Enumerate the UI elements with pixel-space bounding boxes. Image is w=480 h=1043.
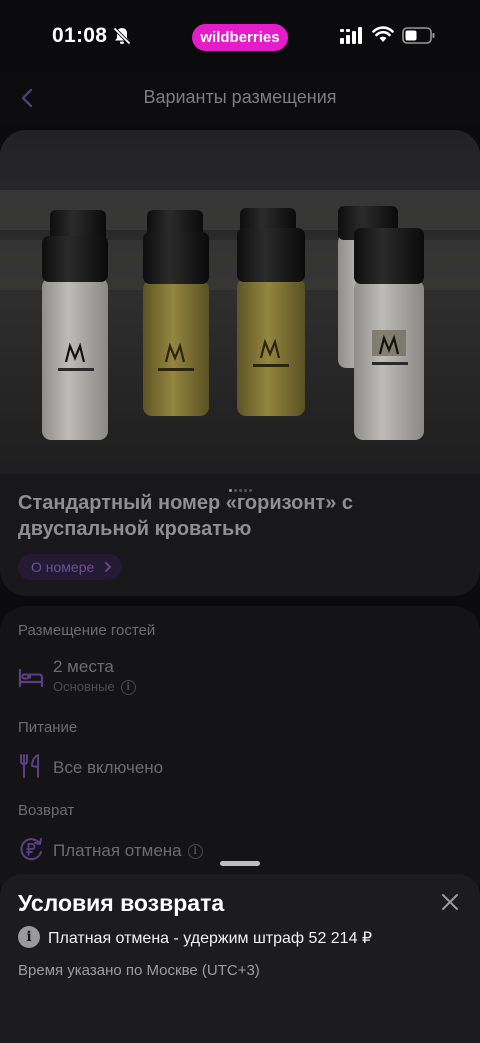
bed-icon <box>18 668 44 688</box>
accommodation-sub-text: Основные <box>53 679 115 694</box>
about-room-button[interactable]: О номере <box>18 554 123 580</box>
info-icon[interactable]: i <box>187 844 203 860</box>
room-card: Стандартный номер «горизонт» с двуспальн… <box>0 130 480 596</box>
sheet-title: Условия возврата <box>18 890 225 916</box>
status-bar: 01:08 wildberries <box>0 0 480 72</box>
accommodation-sub: Основные i <box>53 679 136 696</box>
battery-icon <box>402 27 435 44</box>
timezone-note: Время указано по Москве (UTC+3) <box>18 962 260 979</box>
bell-mute-icon <box>112 26 132 46</box>
chevron-right-icon <box>105 562 112 572</box>
room-photo[interactable] <box>0 130 480 474</box>
signal-icon <box>340 27 362 44</box>
food-value: Все включено <box>53 758 164 777</box>
refund-conditions-sheet: Условия возврата i Платная отмена - удер… <box>0 874 480 1043</box>
wifi-icon <box>372 26 394 42</box>
room-title: Стандартный номер «горизонт» с двуспальн… <box>18 492 353 540</box>
accommodation-value: 2 места <box>53 657 114 676</box>
ruble-refund-icon <box>20 838 42 861</box>
info-icon: i <box>18 926 40 948</box>
food-label: Питание <box>18 719 78 736</box>
wildberries-badge: wildberries <box>192 24 288 51</box>
refund-value-text: Платная отмена <box>53 841 182 860</box>
sheet-drag-handle[interactable] <box>220 861 260 866</box>
status-time: 01:08 <box>52 24 108 47</box>
penalty-text: Платная отмена - удержим штраф 52 214 ₽ <box>48 930 373 947</box>
about-room-label: О номере <box>31 559 95 575</box>
top-bar: Варианты размещения <box>0 72 480 124</box>
page-title: Варианты размещения <box>143 87 337 107</box>
refund-label: Возврат <box>18 802 75 819</box>
accommodation-label: Размещение гостей <box>18 622 156 639</box>
fork-knife-icon <box>20 754 39 778</box>
close-icon[interactable] <box>438 890 462 914</box>
info-icon[interactable]: i <box>120 680 136 696</box>
refund-value: Платная отмена i <box>53 841 203 861</box>
